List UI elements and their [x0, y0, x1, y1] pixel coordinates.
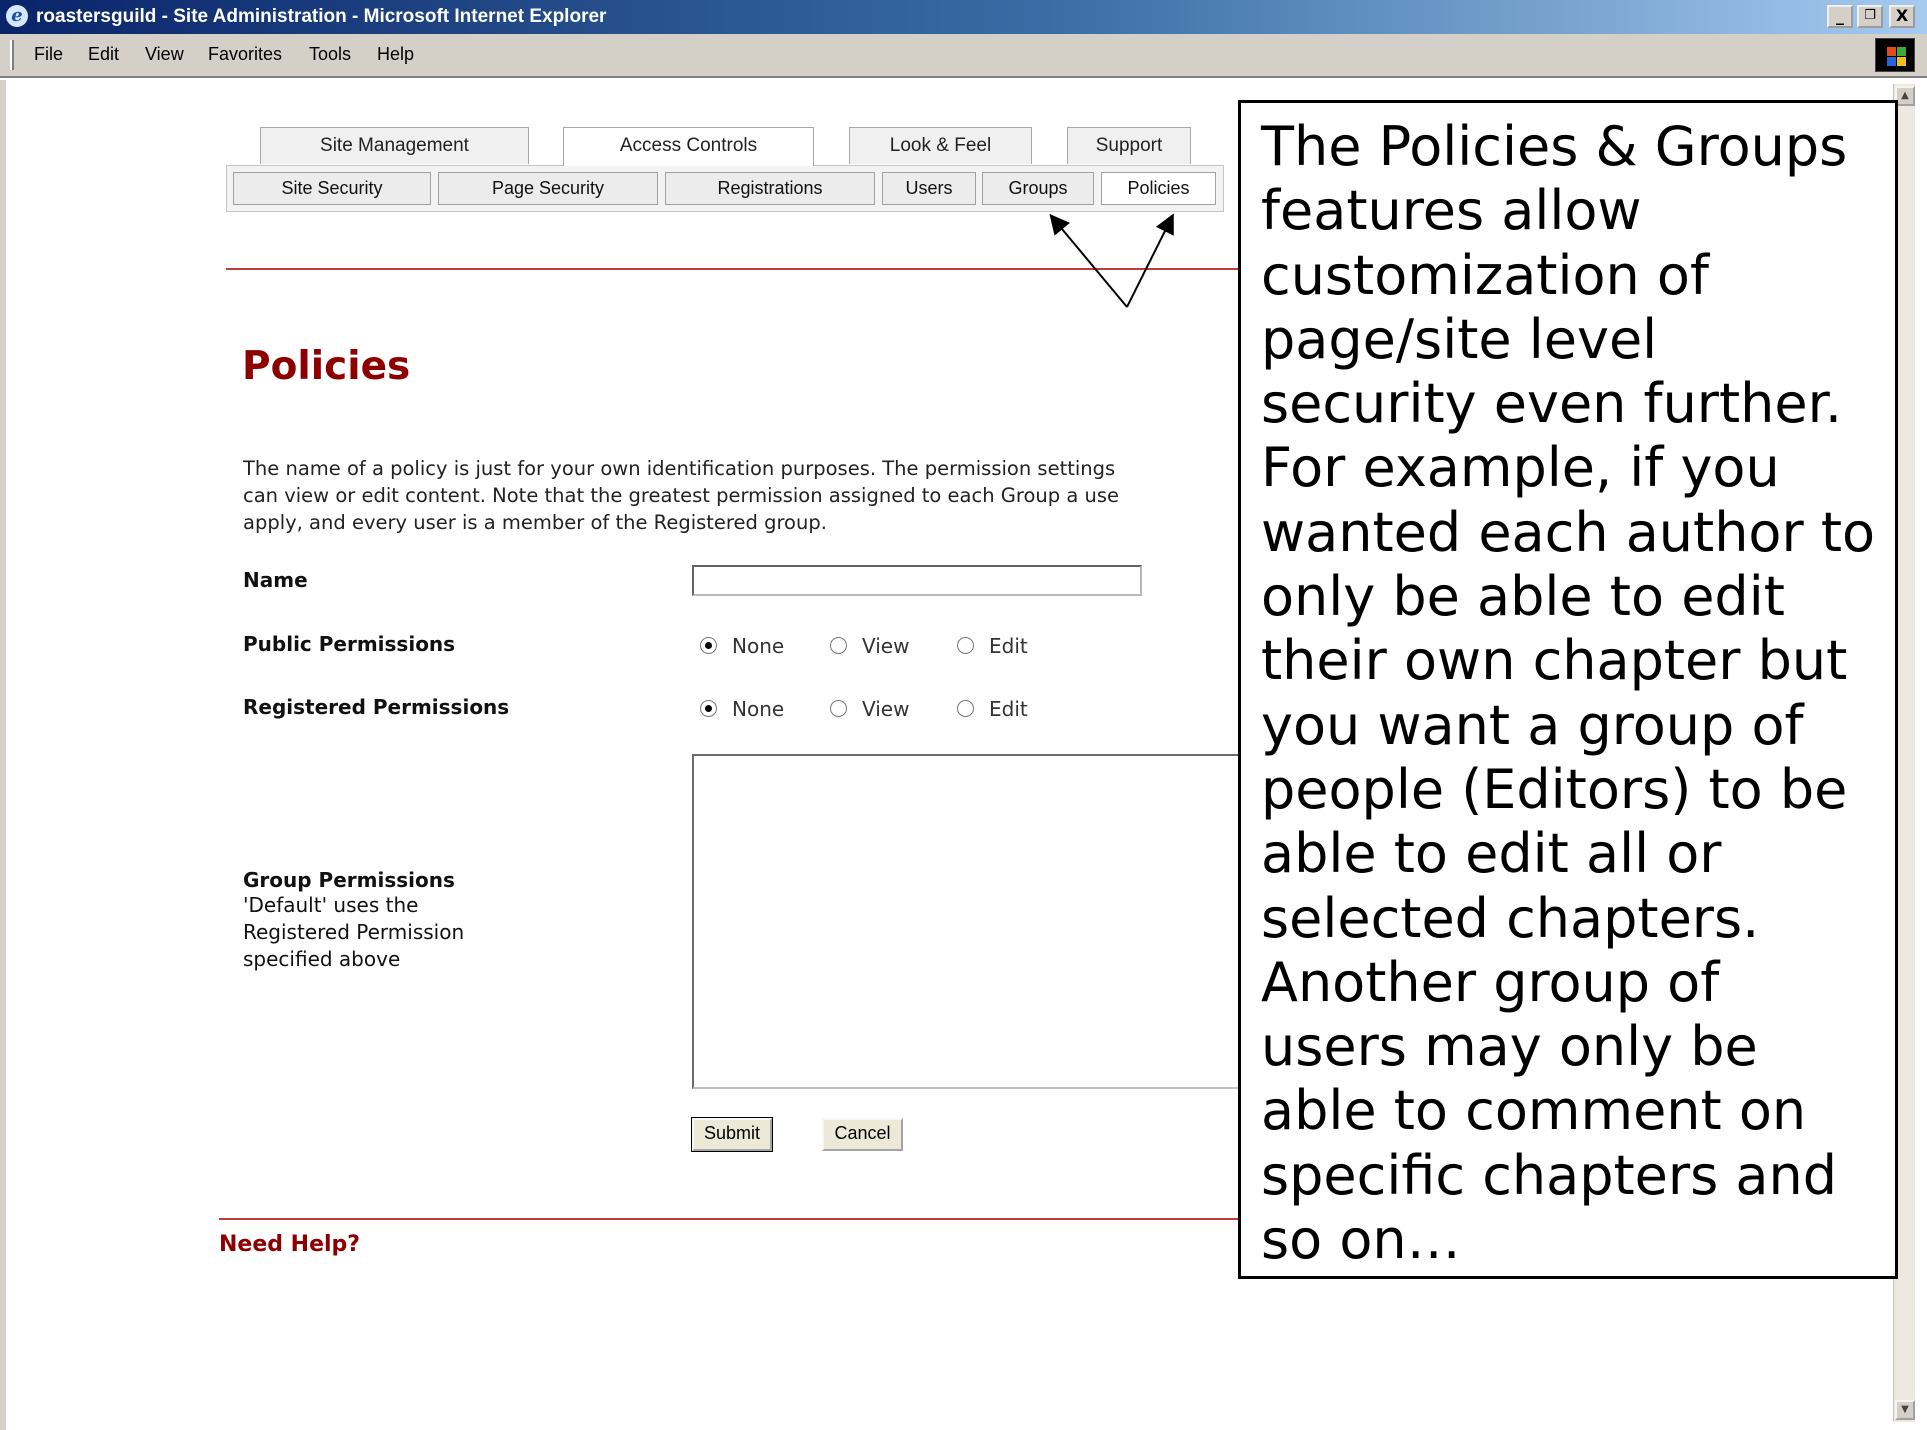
callout-line: selected chapters. [1261, 886, 1760, 950]
callout-text: The Policies & Groups features allow custo… [1261, 115, 1895, 1272]
maximize-button[interactable]: ❐ [1857, 5, 1883, 28]
subtab-site-security[interactable]: Site Security [233, 172, 431, 205]
radio-unchecked-icon [957, 700, 974, 717]
intro-text: The name of a policy is just for your ow… [243, 455, 1243, 536]
group-permissions-box[interactable] [692, 754, 1252, 1089]
callout-line: Another group of [1261, 950, 1720, 1014]
radio-checked-icon [700, 637, 717, 654]
callout-line: their own chapter but [1261, 629, 1848, 693]
menu-help[interactable]: Help [377, 44, 414, 65]
callout-line: For example, if you [1261, 436, 1780, 500]
radio-checked-icon [700, 700, 717, 717]
radio-unchecked-icon [957, 637, 974, 654]
callout-line: users may only be [1261, 1015, 1758, 1079]
footer-divider [219, 1218, 1249, 1220]
callout-line: able to edit all or [1261, 822, 1722, 886]
window-titlebar: e roastersguild - Site Administration - … [0, 0, 1927, 34]
callout-line: wanted each author to [1261, 500, 1876, 564]
menu-favorites[interactable]: Favorites [208, 44, 282, 65]
menu-file[interactable]: File [34, 44, 63, 65]
header-divider [226, 268, 1246, 270]
close-button[interactable]: X [1889, 5, 1915, 28]
radio-unchecked-icon [830, 700, 847, 717]
radio-label: View [862, 697, 910, 721]
subtab-groups[interactable]: Groups [982, 172, 1094, 205]
menu-bar: File Edit View Favorites Tools Help [0, 34, 1927, 78]
subtab-page-security[interactable]: Page Security [438, 172, 658, 205]
group-note-line: Registered Permission [243, 920, 465, 944]
callout-line: only be able to edit [1261, 565, 1785, 629]
window-title: roastersguild - Site Administration - Mi… [36, 6, 607, 27]
menu-edit[interactable]: Edit [88, 44, 119, 65]
tab-support[interactable]: Support [1067, 127, 1191, 164]
registered-permissions-label: Registered Permissions [243, 695, 510, 719]
need-help-link[interactable]: Need Help? [219, 1232, 360, 1257]
toolbar-grip [10, 40, 14, 70]
radio-unchecked-icon [830, 637, 847, 654]
ie-browser-icon: e [6, 5, 28, 27]
minimize-button[interactable]: _ [1827, 5, 1853, 28]
callout-line: you want a group of [1261, 693, 1804, 757]
intro-line: apply, and every user is a member of the… [243, 511, 827, 534]
tab-site-management[interactable]: Site Management [260, 127, 529, 164]
group-permissions-heading: Group Permissions [243, 868, 455, 892]
annotation-callout: The Policies & Groups features allow custo… [1238, 100, 1898, 1279]
subtab-users[interactable]: Users [882, 172, 976, 205]
callout-line: customization of [1261, 243, 1709, 307]
menu-view[interactable]: View [145, 44, 184, 65]
name-label: Name [243, 568, 308, 592]
callout-line: specific chapters and [1261, 1143, 1837, 1207]
callout-line: able to comment on [1261, 1079, 1807, 1143]
callout-line: people (Editors) to be [1261, 757, 1848, 821]
group-permissions-label: Group Permissions 'Default' uses the Reg… [243, 868, 464, 973]
intro-line: can view or edit content. Note that the … [243, 484, 1119, 507]
scroll-up-icon[interactable]: ▲ [1895, 86, 1915, 106]
tab-access-controls[interactable]: Access Controls [563, 127, 814, 166]
windows-logo-icon [1875, 38, 1915, 72]
callout-line: security even further. [1261, 372, 1843, 436]
callout-line: The Policies & Groups [1261, 115, 1848, 178]
page-title: Policies [242, 344, 411, 389]
callout-line: features allow [1261, 179, 1642, 243]
callout-line: so on… [1261, 1208, 1461, 1272]
menu-tools[interactable]: Tools [309, 44, 351, 65]
subtab-registrations[interactable]: Registrations [665, 172, 875, 205]
group-note-line: 'Default' uses the [243, 893, 419, 917]
radio-label: Edit [989, 697, 1028, 721]
group-note-line: specified above [243, 947, 401, 971]
public-permissions-label: Public Permissions [243, 632, 456, 656]
intro-line: The name of a policy is just for your ow… [243, 457, 1116, 480]
callout-line: page/site level [1261, 307, 1658, 371]
radio-label: Edit [989, 634, 1028, 658]
radio-label: None [732, 634, 785, 658]
radio-label: None [732, 697, 785, 721]
cancel-button[interactable]: Cancel [822, 1118, 903, 1151]
name-input[interactable] [692, 565, 1142, 596]
submit-button[interactable]: Submit [691, 1117, 773, 1152]
radio-label: View [862, 634, 910, 658]
subtab-policies[interactable]: Policies [1101, 172, 1216, 205]
tab-look-and-feel[interactable]: Look & Feel [849, 127, 1032, 164]
scroll-down-icon[interactable]: ▼ [1895, 1400, 1915, 1420]
